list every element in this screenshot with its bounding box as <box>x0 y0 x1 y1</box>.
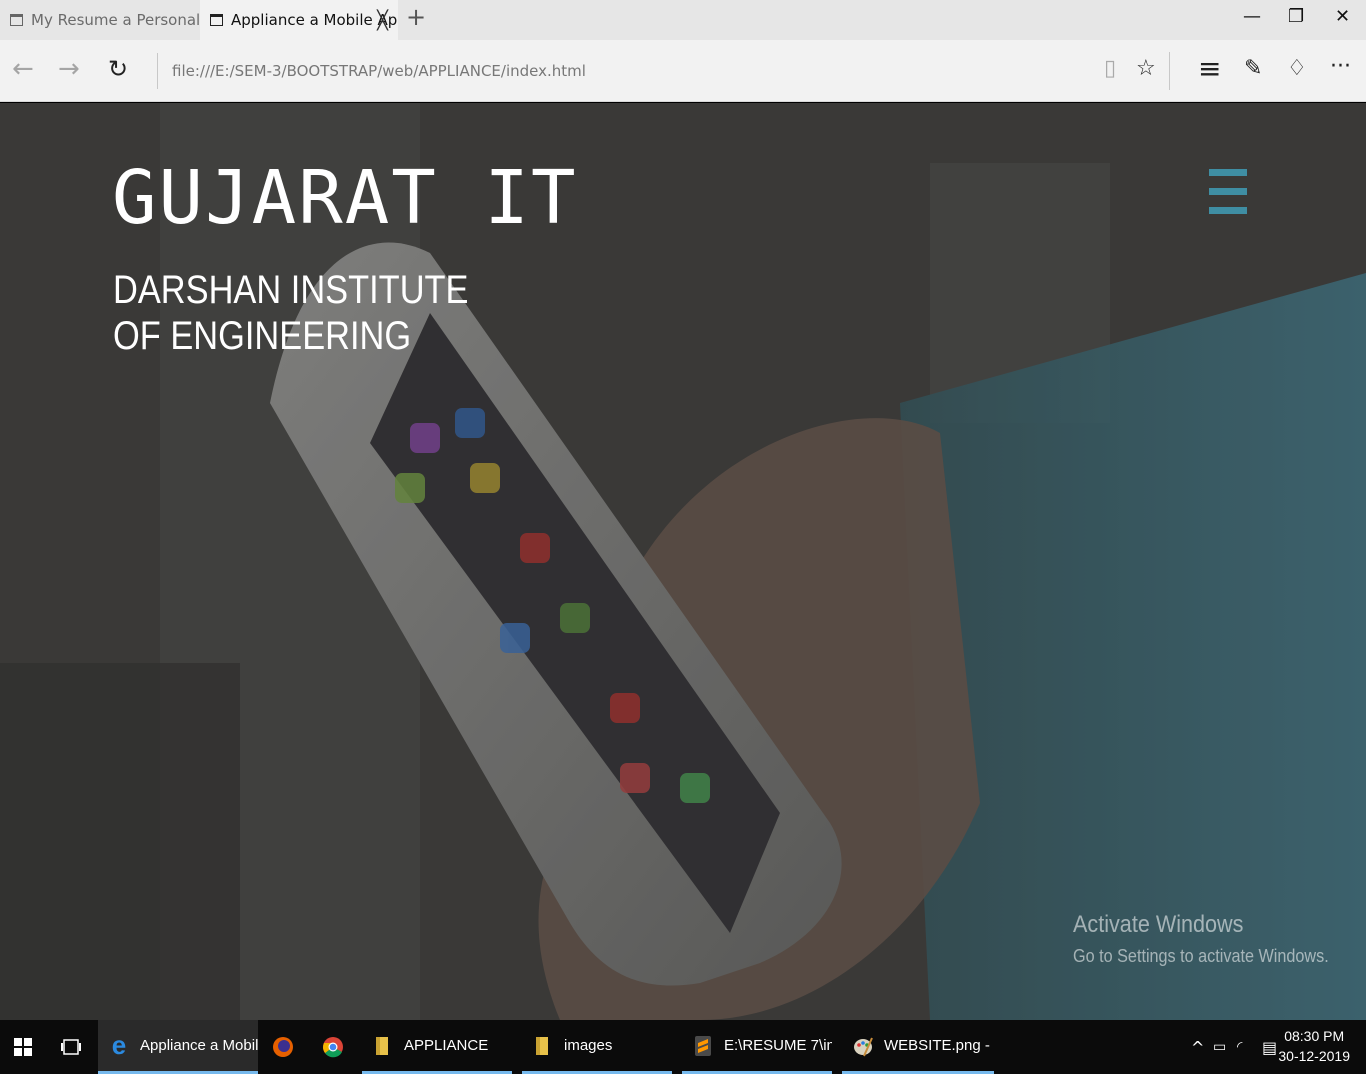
restore-button[interactable]: ❐ <box>1288 6 1304 27</box>
taskbar-app-label: Appliance a Mobile... <box>140 1037 258 1054</box>
web-note-icon[interactable]: ✎ <box>1244 56 1262 81</box>
clock-time: 08:30 PM <box>1284 1028 1345 1044</box>
system-clock[interactable]: 08:30 PM 30-12-2019 <box>1278 1026 1350 1066</box>
taskbar-app-label: APPLIANCE <box>404 1037 489 1054</box>
activate-windows-title: Activate Windows <box>1073 911 1244 938</box>
task-view-icon <box>61 1039 81 1055</box>
sublime-icon <box>695 1035 711 1056</box>
share-icon[interactable]: ♢ <box>1287 56 1307 81</box>
network-icon[interactable]: ▭ <box>1213 1020 1226 1074</box>
tab-label: My Resume a Personal Categ <box>31 11 200 29</box>
browser-tab-bar: My Resume a Personal Categ Appliance a M… <box>0 0 1366 40</box>
divider <box>1169 52 1170 90</box>
hub-icon[interactable]: ≡ <box>1198 52 1221 85</box>
close-window-button[interactable]: ✕ <box>1335 6 1350 27</box>
task-view-button[interactable] <box>60 1020 84 1074</box>
windows-taskbar: e Appliance a Mobile... APPLIANCE images <box>0 1020 1366 1074</box>
page-icon <box>10 14 23 26</box>
hamburger-menu-icon[interactable] <box>1209 169 1247 215</box>
back-button[interactable]: ← <box>12 54 34 84</box>
divider <box>157 53 158 89</box>
close-tab-icon[interactable]: ╳ <box>377 10 388 31</box>
taskbar-app-paint[interactable]: WEBSITE.png - Paint <box>842 1020 994 1074</box>
wifi-icon[interactable]: ◜ <box>1237 1020 1242 1074</box>
forward-button[interactable]: → <box>58 54 80 84</box>
tray-chevron-icon[interactable]: ^ <box>1191 1020 1204 1074</box>
folder-icon <box>536 1036 548 1055</box>
chrome-icon <box>323 1037 343 1058</box>
hero-subtitle: DARSHAN INSTITUTE OF ENGINEERING <box>113 268 469 358</box>
taskbar-app-chrome[interactable] <box>312 1020 356 1074</box>
paint-icon <box>854 1037 873 1056</box>
browser-nav-bar: ← → ↻ file:///E:/SEM-3/BOOTSTRAP/web/APP… <box>0 40 1366 102</box>
taskbar-app-label: images <box>564 1037 613 1054</box>
taskbar-app-label: E:\RESUME 7\index.... <box>724 1037 832 1054</box>
windows-logo-icon <box>14 1038 32 1056</box>
edge-icon: e <box>111 1030 127 1060</box>
new-tab-button[interactable]: + <box>406 3 426 31</box>
firefox-icon <box>273 1037 293 1057</box>
folder-icon <box>376 1036 388 1055</box>
brand-title: GUJARAT IT <box>112 155 578 241</box>
taskbar-app-images-folder[interactable]: images <box>522 1020 672 1074</box>
taskbar-app-appliance-folder[interactable]: APPLIANCE <box>362 1020 512 1074</box>
tab-my-resume[interactable]: My Resume a Personal Categ <box>0 0 200 40</box>
activate-windows-subtitle: Go to Settings to activate Windows. <box>1073 946 1329 966</box>
start-button[interactable] <box>14 1020 38 1074</box>
minimize-button[interactable]: — <box>1243 6 1261 27</box>
taskbar-app-label: WEBSITE.png - Paint <box>884 1037 994 1054</box>
reading-view-icon[interactable]: ▯ <box>1104 56 1116 81</box>
taskbar-app-edge[interactable]: e Appliance a Mobile... <box>98 1020 258 1074</box>
notification-icon[interactable]: ▤ <box>1262 1020 1277 1074</box>
taskbar-app-firefox[interactable] <box>262 1020 306 1074</box>
page-icon <box>210 14 223 26</box>
clock-date: 30-12-2019 <box>1278 1048 1350 1064</box>
more-icon[interactable]: ··· <box>1330 54 1351 79</box>
favorite-star-icon[interactable]: ☆ <box>1136 56 1156 81</box>
tab-label: Appliance a Mobile App <box>231 11 398 29</box>
address-bar[interactable]: file:///E:/SEM-3/BOOTSTRAP/web/APPLIANCE… <box>172 62 586 80</box>
hero-section: GUJARAT IT DARSHAN INSTITUTE OF ENGINEER… <box>0 103 1366 1020</box>
tab-appliance[interactable]: Appliance a Mobile App ╳ <box>200 0 398 40</box>
taskbar-app-sublime[interactable]: E:\RESUME 7\index.... <box>682 1020 832 1074</box>
refresh-button[interactable]: ↻ <box>108 55 128 83</box>
